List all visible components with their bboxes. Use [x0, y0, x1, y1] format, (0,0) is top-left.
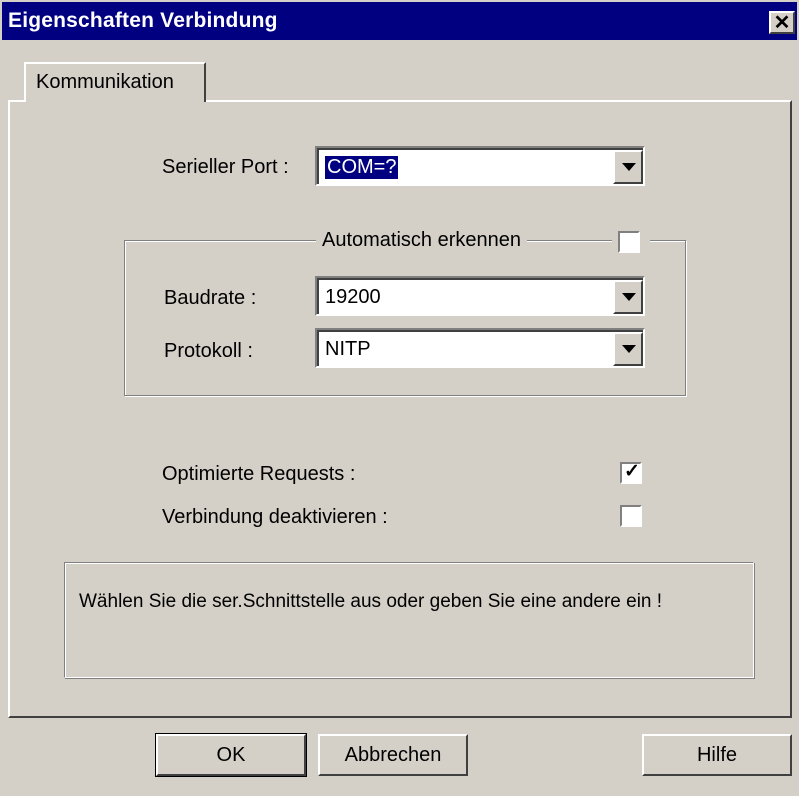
cancel-button[interactable]: Abbrechen: [318, 734, 468, 776]
protocol-dropdown-button[interactable]: [613, 332, 643, 366]
window-title: Eigenschaften Verbindung: [8, 9, 278, 32]
baudrate-label: Baudrate :: [164, 287, 257, 309]
serial-port-combo[interactable]: COM=?: [315, 146, 645, 186]
chevron-down-icon: [622, 293, 636, 301]
baudrate-combo[interactable]: 19200: [315, 276, 645, 316]
chevron-down-icon: [622, 345, 636, 353]
auto-detect-label: Automatisch erkennen: [316, 229, 528, 252]
serial-port-value[interactable]: COM=?: [325, 156, 399, 179]
auto-detect-group: [124, 240, 686, 396]
close-icon: ✕: [773, 11, 791, 34]
dialog-window: Eigenschaften Verbindung ✕ Kommunikation…: [0, 0, 799, 796]
chevron-down-icon: [622, 163, 636, 171]
ok-button[interactable]: OK: [155, 733, 307, 777]
serial-port-label: Serieller Port :: [162, 156, 289, 178]
title-bar[interactable]: Eigenschaften Verbindung ✕: [2, 2, 797, 40]
protocol-combo[interactable]: NITP: [315, 328, 645, 368]
optimized-requests-label: Optimierte Requests :: [162, 463, 356, 485]
checkmark-icon: ✓: [624, 461, 640, 482]
help-button[interactable]: Hilfe: [642, 734, 792, 776]
info-text: Wählen Sie die ser.Schnittstelle aus ode…: [79, 591, 663, 612]
protocol-value[interactable]: NITP: [325, 338, 371, 361]
baudrate-value[interactable]: 19200: [325, 286, 381, 309]
auto-detect-checkbox-area: [612, 229, 650, 255]
serial-port-dropdown-button[interactable]: [613, 150, 643, 184]
deactivate-connection-label: Verbindung deaktivieren :: [162, 506, 388, 528]
auto-detect-checkbox[interactable]: [618, 231, 640, 253]
close-button[interactable]: ✕: [769, 11, 795, 34]
baudrate-dropdown-button[interactable]: [613, 280, 643, 314]
deactivate-connection-checkbox[interactable]: [620, 505, 642, 527]
tab-kommunikation[interactable]: Kommunikation: [24, 62, 206, 102]
tab-label: Kommunikation: [36, 71, 174, 93]
info-panel: Wählen Sie die ser.Schnittstelle aus ode…: [64, 562, 754, 678]
optimized-requests-checkbox[interactable]: ✓: [620, 461, 642, 484]
protocol-label: Protokoll :: [164, 340, 253, 362]
